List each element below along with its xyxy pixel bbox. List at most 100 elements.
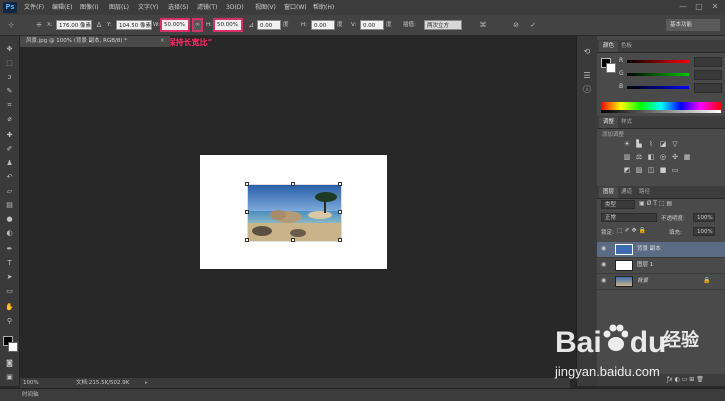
history-brush-icon[interactable]: ↶: [3, 172, 16, 182]
menu-type[interactable]: 文字(Y): [138, 3, 158, 12]
close-tab-icon[interactable]: ✕: [160, 36, 165, 47]
fill-field[interactable]: 100%: [693, 227, 715, 236]
curves-icon[interactable]: ⌇: [647, 140, 655, 148]
gradient-tool-icon[interactable]: ▤: [3, 200, 16, 210]
menu-filter[interactable]: 滤镜(T): [197, 3, 217, 12]
slider-r-value[interactable]: [694, 57, 722, 67]
h-skew-field[interactable]: 0.00: [311, 20, 335, 30]
blend-mode-select[interactable]: 正常: [601, 213, 657, 222]
background-color-swatch[interactable]: [8, 342, 18, 352]
tab-paths[interactable]: 路径: [635, 187, 654, 198]
layer-row-layer-1[interactable]: ◉ 图层 1: [597, 258, 725, 274]
blur-tool-icon[interactable]: ●: [3, 214, 16, 224]
properties-panel-icon[interactable]: ☰: [581, 70, 593, 82]
visibility-eye-icon[interactable]: ◉: [601, 261, 609, 269]
tab-swatches[interactable]: 色板: [617, 41, 636, 52]
color-balance-icon[interactable]: ⚖: [635, 153, 643, 161]
color-spectrum[interactable]: [601, 102, 721, 110]
slider-g-track[interactable]: [627, 73, 689, 76]
levels-icon[interactable]: ▙: [635, 140, 643, 148]
quick-mask-icon[interactable]: ◙: [3, 358, 16, 368]
channel-mixer-icon[interactable]: ✣: [671, 153, 679, 161]
color-lookup-icon[interactable]: ▦: [683, 153, 691, 161]
dodge-tool-icon[interactable]: ◐: [3, 228, 16, 238]
eraser-tool-icon[interactable]: ▱: [3, 186, 16, 196]
brightness-icon[interactable]: ☀: [623, 140, 631, 148]
timeline-label[interactable]: 时间轴: [22, 389, 39, 401]
photo-filter-icon[interactable]: ◎: [659, 153, 667, 161]
angle-field[interactable]: 0.00: [257, 20, 281, 30]
move-tool-preset-icon[interactable]: ⊹: [6, 20, 16, 30]
document-tab[interactable]: 风景.jpg @ 100% (背景 副本, RGB/8) * ✕: [20, 36, 170, 47]
menu-layer[interactable]: 图层(L): [109, 3, 129, 12]
zoom-tool-icon[interactable]: ⚲: [3, 316, 16, 326]
menu-view[interactable]: 视图(V): [255, 3, 276, 12]
info-panel-icon[interactable]: ⓘ: [581, 84, 593, 96]
eyedropper-tool-icon[interactable]: ⌀: [3, 114, 16, 124]
tab-channels[interactable]: 通道: [617, 187, 636, 198]
transform-handle-tr[interactable]: [338, 182, 342, 186]
layer-kind-filter[interactable]: 类型: [601, 200, 635, 209]
slider-g-value[interactable]: [694, 70, 722, 80]
width-field[interactable]: 50.00%: [160, 18, 190, 32]
menu-3d[interactable]: 3D(D): [226, 3, 244, 12]
transform-handle-r[interactable]: [338, 210, 342, 214]
y-position-field[interactable]: 104.50 像素: [116, 20, 152, 30]
hand-tool-icon[interactable]: ✋: [3, 302, 16, 312]
pen-tool-icon[interactable]: ✒: [3, 244, 16, 254]
layer-name[interactable]: 背景: [637, 277, 648, 285]
selective-color-icon[interactable]: ■: [659, 166, 667, 174]
lock-icons[interactable]: ⬚ ✐ ✥ 🔒: [617, 227, 646, 234]
gradient-map-icon[interactable]: ▭: [671, 166, 679, 174]
tab-styles[interactable]: 样式: [617, 117, 636, 128]
cancel-transform-icon[interactable]: ⊘: [511, 20, 521, 30]
panel-background-swatch[interactable]: [606, 63, 616, 73]
black-white-icon[interactable]: ◧: [647, 153, 655, 161]
zoom-level[interactable]: 100%: [23, 378, 39, 388]
transform-handle-tl[interactable]: [245, 182, 249, 186]
warp-mode-icon[interactable]: ⌘: [478, 20, 488, 30]
move-tool-icon[interactable]: ✥: [3, 44, 16, 54]
visibility-eye-icon[interactable]: ◉: [601, 245, 609, 253]
transform-handle-bl[interactable]: [245, 238, 249, 242]
invert-icon[interactable]: ◩: [623, 166, 631, 174]
tab-adjustments[interactable]: 调整: [599, 117, 619, 128]
clone-stamp-icon[interactable]: ♟: [3, 158, 16, 168]
posterize-icon[interactable]: ▨: [635, 166, 643, 174]
marquee-tool-icon[interactable]: ⬚: [3, 58, 16, 68]
tab-layers[interactable]: 图层: [599, 187, 619, 198]
quick-select-tool-icon[interactable]: ✎: [3, 86, 16, 96]
lasso-tool-icon[interactable]: ↄ: [3, 72, 16, 82]
layer-row-background-copy[interactable]: ◉ 背景 副本: [597, 242, 725, 258]
x-position-field[interactable]: 176.00 像素: [56, 20, 92, 30]
link-aspect-ratio-icon[interactable]: ∞: [192, 18, 203, 32]
exposure-icon[interactable]: ◪: [659, 140, 667, 148]
slider-b-track[interactable]: [627, 86, 689, 89]
transform-handle-t[interactable]: [291, 182, 295, 186]
menu-window[interactable]: 窗口(W): [284, 3, 307, 12]
screen-mode-icon[interactable]: ▣: [3, 372, 16, 382]
interpolation-select[interactable]: 两次立方: [424, 20, 462, 30]
menu-image[interactable]: 图像(I): [80, 3, 98, 12]
slider-r-track[interactable]: [627, 60, 689, 63]
path-select-icon[interactable]: ➤: [3, 272, 16, 282]
restore-icon[interactable]: □: [693, 2, 705, 12]
type-tool-icon[interactable]: T: [3, 258, 16, 268]
visibility-eye-icon[interactable]: ◉: [601, 277, 609, 285]
layer-name[interactable]: 图层 1: [637, 261, 653, 269]
crop-tool-icon[interactable]: ⌗: [3, 100, 16, 110]
close-icon[interactable]: ✕: [709, 2, 721, 12]
height-field[interactable]: 50.00%: [213, 18, 243, 32]
v-skew-field[interactable]: 0.00: [360, 20, 384, 30]
opacity-field[interactable]: 100%: [693, 213, 715, 222]
layer-name[interactable]: 背景 副本: [637, 245, 661, 253]
shape-tool-icon[interactable]: ▭: [3, 286, 16, 296]
commit-transform-icon[interactable]: ✓: [528, 20, 538, 30]
menu-edit[interactable]: 编辑(E): [52, 3, 72, 12]
tab-color[interactable]: 颜色: [599, 41, 619, 52]
hue-saturation-icon[interactable]: ▥: [623, 153, 631, 161]
transform-handle-l[interactable]: [245, 210, 249, 214]
menu-help[interactable]: 帮助(H): [313, 3, 334, 12]
transform-handle-br[interactable]: [338, 238, 342, 242]
status-arrow-icon[interactable]: ▸: [145, 378, 148, 388]
